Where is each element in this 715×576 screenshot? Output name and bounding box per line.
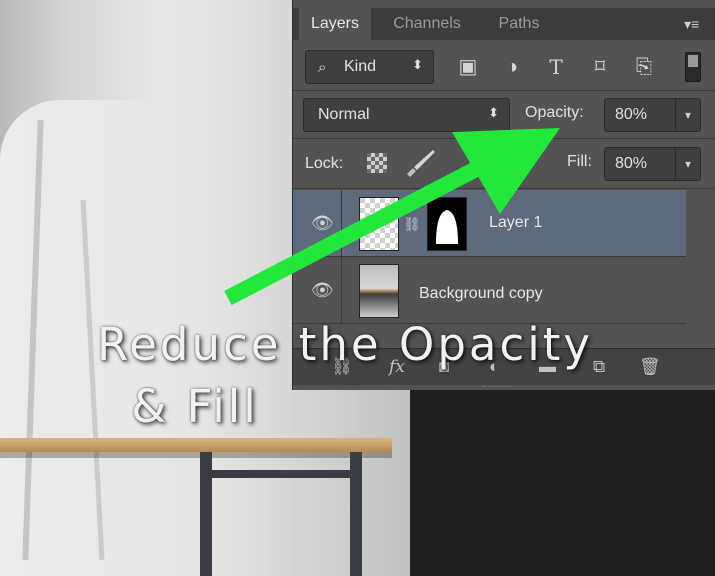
green-arrow xyxy=(224,128,560,306)
caption-line-2: & Fill xyxy=(131,380,259,433)
caption-line-1: Reduce the Opacity xyxy=(97,318,593,371)
